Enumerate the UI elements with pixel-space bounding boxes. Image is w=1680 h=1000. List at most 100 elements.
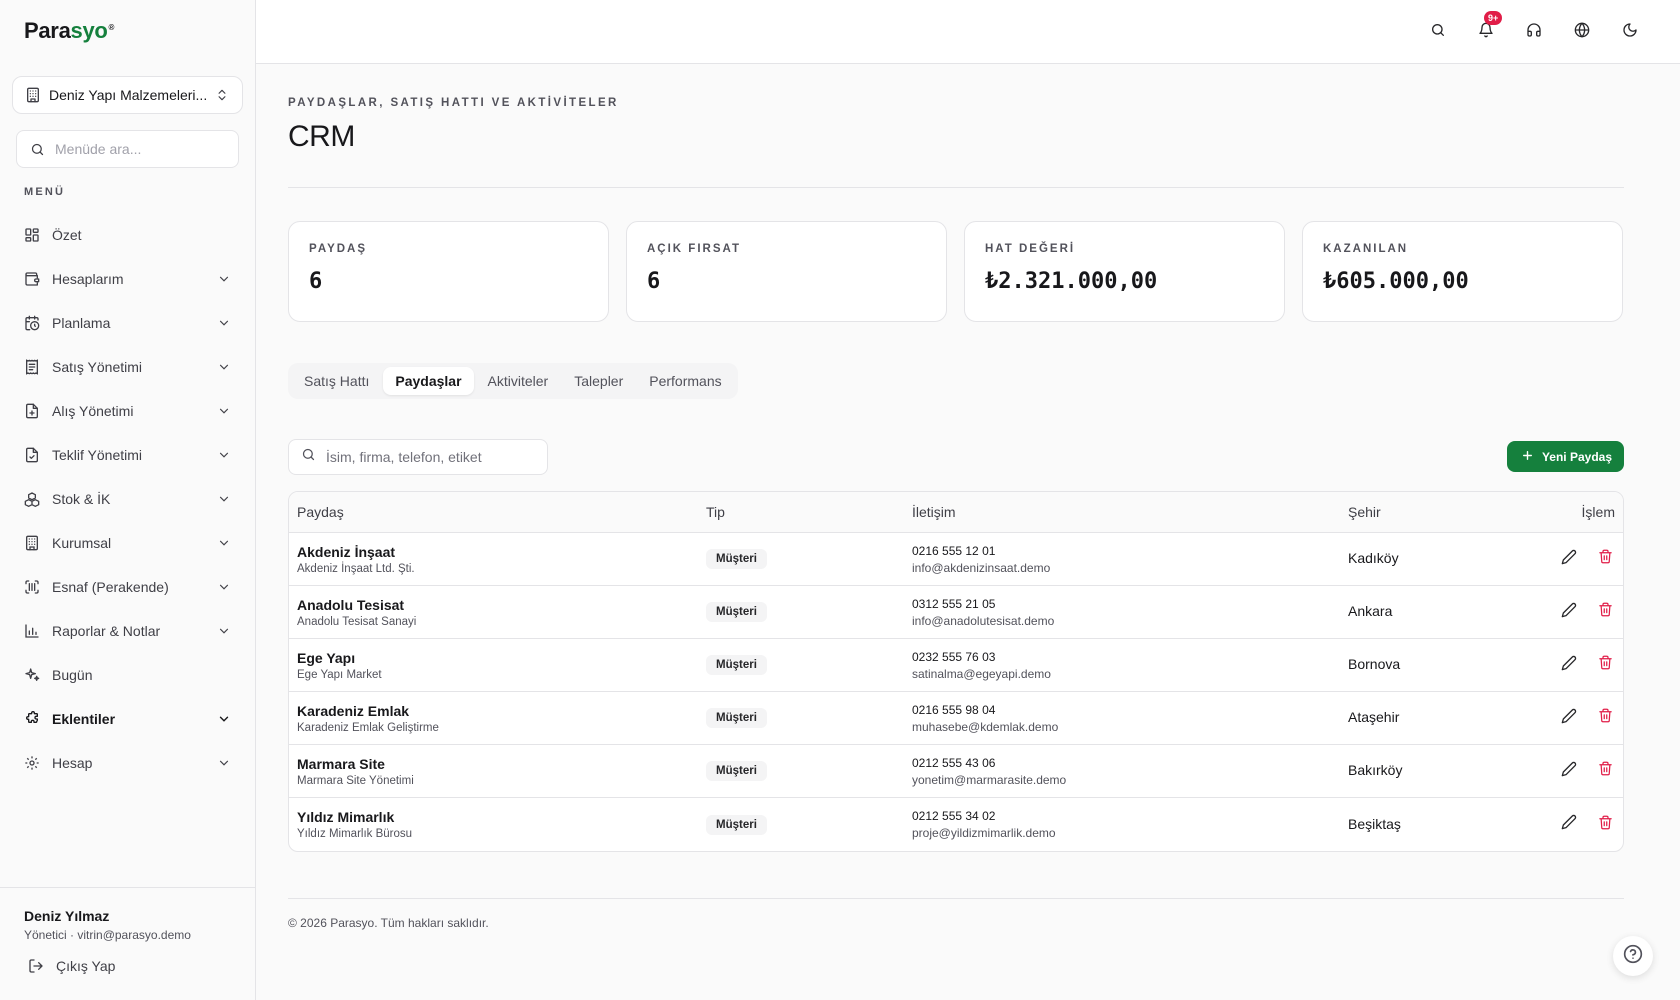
app-logo[interactable]: Parasyo® [24, 18, 114, 44]
menu-search[interactable] [16, 130, 239, 168]
delete-button[interactable] [1595, 602, 1615, 622]
table-row[interactable]: Marmara Site Marmara Site Yönetimi Müşter… [289, 745, 1623, 798]
headphones-icon [1526, 22, 1542, 43]
log-out-icon [28, 958, 44, 974]
table-header: Paydaş Tip İletişim Şehir İşlem [289, 492, 1623, 533]
edit-button[interactable] [1559, 655, 1579, 675]
menu-search-input[interactable] [55, 141, 225, 157]
sidebar-item-satis-yonetimi[interactable]: Satış Yönetimi [12, 345, 244, 389]
sidebar-item-bugun[interactable]: Bugün [12, 653, 244, 697]
sparkles-icon [24, 667, 40, 683]
logout-button[interactable]: Çıkış Yap [28, 958, 231, 974]
stakeholder-name[interactable]: Akdeniz İnşaat [297, 544, 706, 560]
column-header-tip[interactable]: Tip [706, 504, 912, 520]
trash-icon [1598, 549, 1613, 569]
new-stakeholder-button[interactable]: Yeni Paydaş [1506, 441, 1624, 472]
chevron-down-icon [216, 623, 232, 639]
wallet-icon [24, 271, 40, 287]
settings-icon [24, 755, 40, 771]
stakeholder-search-input[interactable] [326, 449, 526, 465]
edit-button[interactable] [1559, 708, 1579, 728]
tab-satis-hatti[interactable]: Satış Hattı [292, 367, 381, 395]
sidebar-item-planlama[interactable]: Planlama [12, 301, 244, 345]
type-badge: Müşteri [706, 602, 767, 622]
stakeholder-company: Karadeniz Emlak Geliştirme [297, 721, 439, 734]
sidebar-item-teklif-yonetimi[interactable]: Teklif Yönetimi [12, 433, 244, 477]
search-icon [29, 141, 45, 157]
contact-phone: 0232 555 76 03 [912, 649, 996, 664]
table-row[interactable]: Yıldız Mimarlık Yıldız Mimarlık Bürosu Mü… [289, 798, 1623, 851]
sidebar: Parasyo® Deniz Yapı Malzemeleri... MENÜ … [0, 0, 256, 1000]
sidebar-item-hesaplarim[interactable]: Hesaplarım [12, 257, 244, 301]
contact-email: info@akdenizinsaat.demo [912, 560, 1051, 575]
sidebar-item-eklentiler[interactable]: Eklentiler [12, 697, 244, 741]
pencil-icon [1561, 708, 1577, 729]
stakeholder-name[interactable]: Marmara Site [297, 756, 706, 772]
tab-performans[interactable]: Performans [637, 367, 733, 395]
edit-button[interactable] [1559, 602, 1579, 622]
stat-label: AÇIK FIRSAT [647, 243, 741, 255]
pencil-icon [1561, 602, 1577, 623]
delete-button[interactable] [1595, 549, 1615, 569]
tab-aktiviteler[interactable]: Aktiviteler [476, 367, 561, 395]
sidebar-item-kurumsal[interactable]: Kurumsal [12, 521, 244, 565]
stat-value: ₺2.321.000,00 [985, 269, 1158, 294]
edit-button[interactable] [1559, 549, 1579, 569]
tab-bar: Satış Hattı Paydaşlar Aktiviteler Talepl… [288, 363, 738, 399]
trash-icon [1598, 655, 1613, 675]
chevron-down-icon [216, 315, 232, 331]
help-button[interactable] [1613, 936, 1653, 976]
search-icon [301, 447, 316, 467]
support-button[interactable] [1522, 20, 1546, 44]
table-row[interactable]: Karadeniz Emlak Karadeniz Emlak Geliştirm… [289, 692, 1623, 745]
pencil-icon [1561, 761, 1577, 782]
sidebar-item-label: Özet [52, 227, 82, 243]
column-header-iletisim[interactable]: İletişim [912, 504, 1348, 520]
sidebar-item-raporlar[interactable]: Raporlar & Notlar [12, 609, 244, 653]
column-header-paydas[interactable]: Paydaş [289, 504, 706, 520]
table-row[interactable]: Akdeniz İnşaat Akdeniz İnşaat Ltd. Şti. M… [289, 533, 1623, 586]
stakeholder-name[interactable]: Anadolu Tesisat [297, 597, 706, 613]
header-divider [288, 187, 1624, 188]
copyright: © 2026 Parasyo. Tüm hakları saklıdır. [288, 916, 489, 930]
sidebar-item-alis-yonetimi[interactable]: Alış Yönetimi [12, 389, 244, 433]
stat-card-kazanilan: KAZANILAN ₺605.000,00 [1302, 221, 1623, 322]
tab-talepler[interactable]: Talepler [562, 367, 635, 395]
stat-label: KAZANILAN [1323, 243, 1409, 255]
edit-button[interactable] [1559, 761, 1579, 781]
language-button[interactable] [1570, 20, 1594, 44]
page-eyebrow: PAYDAŞLAR, SATIŞ HATTI VE AKTİVİTELER [288, 97, 619, 109]
edit-button[interactable] [1559, 814, 1579, 835]
column-header-sehir[interactable]: Şehir [1348, 504, 1518, 520]
type-badge: Müşteri [706, 655, 767, 675]
notifications-button[interactable]: 9+ [1474, 11, 1503, 44]
sidebar-item-esnaf[interactable]: Esnaf (Perakende) [12, 565, 244, 609]
trash-icon [1598, 761, 1613, 781]
contact-email: yonetim@marmarasite.demo [912, 772, 1067, 787]
contact-email: proje@yildizmimarlik.demo [912, 826, 1056, 840]
search-icon [1430, 22, 1446, 43]
stakeholder-name[interactable]: Karadeniz Emlak [297, 703, 706, 719]
company-switcher[interactable]: Deniz Yapı Malzemeleri... [12, 76, 243, 114]
delete-button[interactable] [1595, 761, 1615, 781]
stakeholder-search[interactable] [288, 439, 548, 475]
contact-phone: 0212 555 43 06 [912, 755, 996, 770]
table-row[interactable]: Anadolu Tesisat Anadolu Tesisat Sanayi Mü… [289, 586, 1623, 639]
sidebar-item-hesap[interactable]: Hesap [12, 741, 244, 785]
stakeholder-name[interactable]: Ege Yapı [297, 650, 706, 666]
stats-row: PAYDAŞ 6 AÇIK FIRSAT 6 HAT DEĞERİ ₺2.321… [288, 221, 1624, 322]
delete-button[interactable] [1595, 708, 1615, 728]
delete-button[interactable] [1595, 655, 1615, 675]
table-row[interactable]: Ege Yapı Ege Yapı Market Müşteri 0232 555… [289, 639, 1623, 692]
stat-label: HAT DEĞERİ [985, 243, 1076, 255]
delete-button[interactable] [1595, 815, 1615, 835]
sidebar-item-stok-ik[interactable]: Stok & İK [12, 477, 244, 521]
search-button[interactable] [1426, 20, 1450, 44]
theme-toggle-button[interactable] [1618, 20, 1642, 44]
stakeholder-name[interactable]: Yıldız Mimarlık [297, 809, 706, 825]
tab-paydaslar[interactable]: Paydaşlar [383, 367, 474, 395]
stat-card-hat-degeri: HAT DEĞERİ ₺2.321.000,00 [964, 221, 1285, 322]
building-icon [24, 535, 40, 551]
sidebar-item-ozet[interactable]: Özet [12, 213, 244, 257]
sidebar-item-label: Satış Yönetimi [52, 359, 143, 375]
